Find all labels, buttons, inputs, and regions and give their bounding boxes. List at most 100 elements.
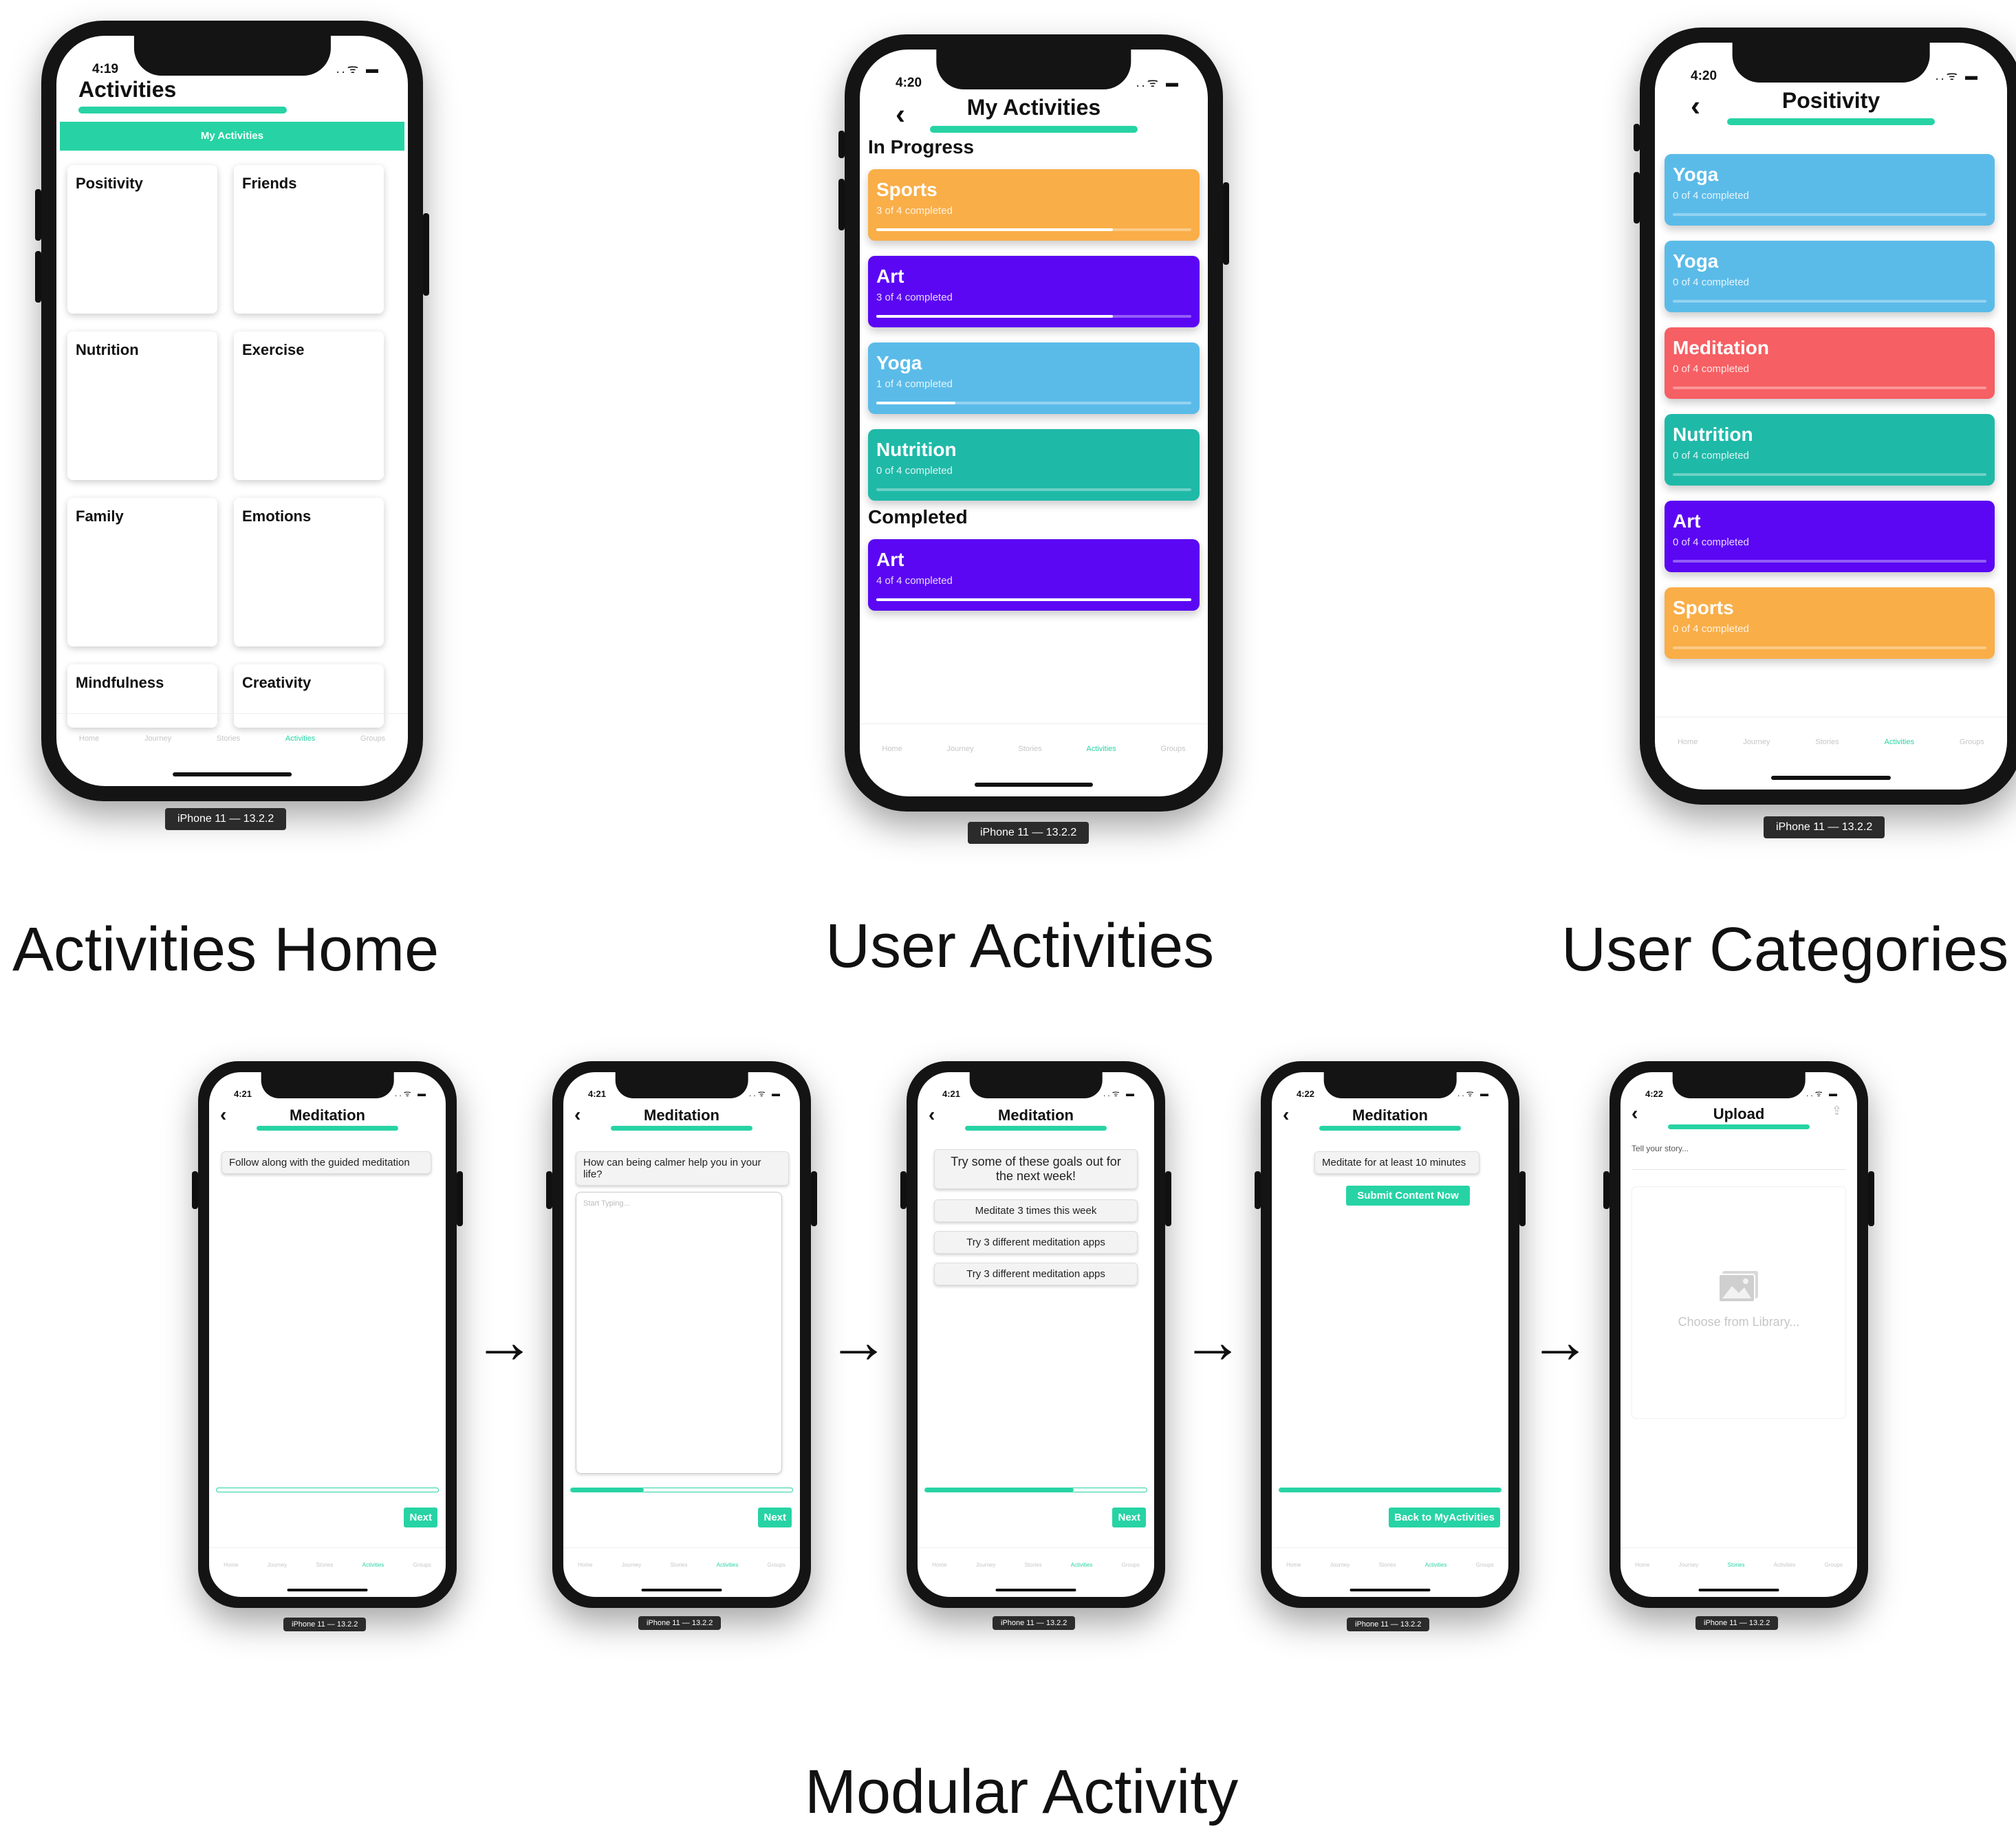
upload-icon[interactable]: ⇪ — [1832, 1104, 1842, 1118]
category-tile-label: Creativity — [242, 674, 312, 691]
tab-activities[interactable]: Activities — [1885, 738, 1914, 746]
goal-button[interactable]: Meditate 3 times this week — [934, 1199, 1138, 1222]
notch — [936, 50, 1131, 89]
home-indicator — [172, 772, 292, 776]
prompt-bubble: Try some of these goals out for the next… — [934, 1149, 1138, 1189]
tab-groups[interactable]: Groups — [1161, 745, 1186, 753]
my-activities-button[interactable]: My Activities — [60, 122, 404, 151]
tab-groups[interactable]: Groups — [1476, 1562, 1494, 1568]
activity-card[interactable]: Art 0 of 4 completed — [1665, 501, 1995, 572]
submit-content-button[interactable]: Submit Content Now — [1346, 1186, 1470, 1206]
tab-groups[interactable]: Groups — [1825, 1562, 1843, 1568]
response-textarea[interactable]: Start Typing... — [576, 1192, 782, 1474]
tab-journey[interactable]: Journey — [946, 745, 973, 753]
tab-stories[interactable]: Stories — [1728, 1562, 1745, 1568]
tab-activities[interactable]: Activities — [1425, 1562, 1447, 1568]
arrow-icon: → — [827, 1307, 889, 1376]
activity-card[interactable]: Yoga 0 of 4 completed — [1665, 241, 1995, 312]
tab-activities[interactable]: Activities — [1774, 1562, 1796, 1568]
tab-home[interactable]: Home — [1286, 1562, 1301, 1568]
tab-activities[interactable]: Activities — [717, 1562, 739, 1568]
tab-journey[interactable]: Journey — [144, 735, 171, 743]
tab-home[interactable]: Home — [1635, 1562, 1649, 1568]
progress-track — [924, 1488, 1147, 1492]
category-tile[interactable]: Friends — [234, 165, 384, 314]
activity-card[interactable]: Yoga 0 of 4 completed — [1665, 154, 1995, 226]
tab-activities[interactable]: Activities — [285, 735, 315, 743]
category-tile[interactable]: Family — [67, 498, 217, 646]
activity-card-title: Art — [876, 265, 904, 287]
tab-activities[interactable]: Activities — [1071, 1562, 1093, 1568]
home-indicator — [287, 1589, 368, 1591]
tab-journey[interactable]: Journey — [1679, 1562, 1698, 1568]
tab-home[interactable]: Home — [1678, 738, 1698, 746]
tab-stories[interactable]: Stories — [1815, 738, 1839, 746]
activity-card[interactable]: Sports 0 of 4 completed — [1665, 587, 1995, 659]
activity-card[interactable]: Art 4 of 4 completed — [868, 539, 1200, 611]
activity-card-progress-track — [1673, 300, 1986, 303]
category-tile-label: Exercise — [242, 341, 305, 358]
next-button[interactable]: Next — [404, 1508, 437, 1527]
status-time: 4:22 — [1645, 1089, 1664, 1099]
tab-groups[interactable]: Groups — [360, 735, 385, 743]
activity-card[interactable]: Sports 3 of 4 completed — [868, 169, 1200, 241]
tab-groups[interactable]: Groups — [768, 1562, 785, 1568]
title-underline — [1727, 118, 1935, 125]
device-label: iPhone 11 — 13.2.2 — [1347, 1618, 1430, 1631]
tab-stories[interactable]: Stories — [1379, 1562, 1396, 1568]
activity-card[interactable]: Meditation 0 of 4 completed — [1665, 327, 1995, 399]
status-icons: ..ᯤ ▬ — [395, 1089, 428, 1098]
next-button[interactable]: Next — [1112, 1508, 1146, 1527]
tab-stories[interactable]: Stories — [671, 1562, 688, 1568]
title-underline — [965, 1126, 1107, 1131]
tab-activities[interactable]: Activities — [362, 1562, 384, 1568]
goal-button[interactable]: Try 3 different meditation apps — [934, 1231, 1138, 1254]
phone-modular-step-4: 4:22 ..ᯤ ▬ ‹ Meditation Meditate for at … — [1255, 1061, 1526, 1608]
notch — [1732, 43, 1930, 83]
tab-home[interactable]: Home — [882, 745, 902, 753]
tab-home[interactable]: Home — [79, 735, 99, 743]
activity-card-progress-track — [1673, 473, 1986, 476]
activity-card[interactable]: Yoga 1 of 4 completed — [868, 342, 1200, 414]
device-label: iPhone 11 — 13.2.2 — [968, 822, 1090, 844]
activity-card[interactable]: Art 3 of 4 completed — [868, 256, 1200, 327]
story-input[interactable]: Tell your story... — [1632, 1144, 1846, 1170]
choose-from-library-area[interactable]: Choose from Library... — [1632, 1186, 1846, 1419]
tab-stories[interactable]: Stories — [316, 1562, 334, 1568]
phone-modular-step-2: 4:21 ..ᯤ ▬ ‹ Meditation How can being ca… — [546, 1061, 817, 1608]
activity-card-title: Meditation — [1673, 337, 1769, 358]
tab-journey[interactable]: Journey — [1330, 1562, 1350, 1568]
tab-groups[interactable]: Groups — [413, 1562, 431, 1568]
category-tile[interactable]: Nutrition — [67, 331, 217, 480]
tab-stories[interactable]: Stories — [1025, 1562, 1042, 1568]
next-button[interactable]: Next — [758, 1508, 792, 1527]
activity-card-progress-fill — [876, 315, 1113, 318]
category-tile[interactable]: Positivity — [67, 165, 217, 314]
device-label: iPhone 11 — 13.2.2 — [283, 1618, 367, 1631]
category-tile[interactable]: Exercise — [234, 331, 384, 480]
tab-home[interactable]: Home — [578, 1562, 592, 1568]
tab-stories[interactable]: Stories — [1018, 745, 1041, 753]
tab-journey[interactable]: Journey — [622, 1562, 641, 1568]
activity-card[interactable]: Nutrition 0 of 4 completed — [868, 429, 1200, 501]
tab-journey[interactable]: Journey — [976, 1562, 995, 1568]
tab-groups[interactable]: Groups — [1960, 738, 1984, 746]
activity-card-progress-fill — [876, 598, 1191, 601]
tab-groups[interactable]: Groups — [1122, 1562, 1140, 1568]
tab-home[interactable]: Home — [224, 1562, 238, 1568]
tab-activities[interactable]: Activities — [1086, 745, 1116, 753]
home-indicator — [974, 783, 1094, 787]
tab-stories[interactable]: Stories — [217, 735, 240, 743]
activity-card-title: Art — [1673, 510, 1701, 532]
tab-home[interactable]: Home — [932, 1562, 946, 1568]
goal-button[interactable]: Try 3 different meditation apps — [934, 1263, 1138, 1285]
caption-modular-activity: Modular Activity — [805, 1758, 1239, 1827]
tab-journey[interactable]: Journey — [1743, 738, 1770, 746]
status-icons: ..ᯤ ▬ — [1103, 1089, 1136, 1098]
back-to-my-activities-button[interactable]: Back to MyActivities — [1389, 1508, 1500, 1527]
activity-card[interactable]: Nutrition 0 of 4 completed — [1665, 414, 1995, 486]
category-tile-label: Friends — [242, 175, 297, 192]
category-tile[interactable]: Emotions — [234, 498, 384, 646]
tab-journey[interactable]: Journey — [268, 1562, 287, 1568]
progress-fill — [1279, 1488, 1501, 1492]
